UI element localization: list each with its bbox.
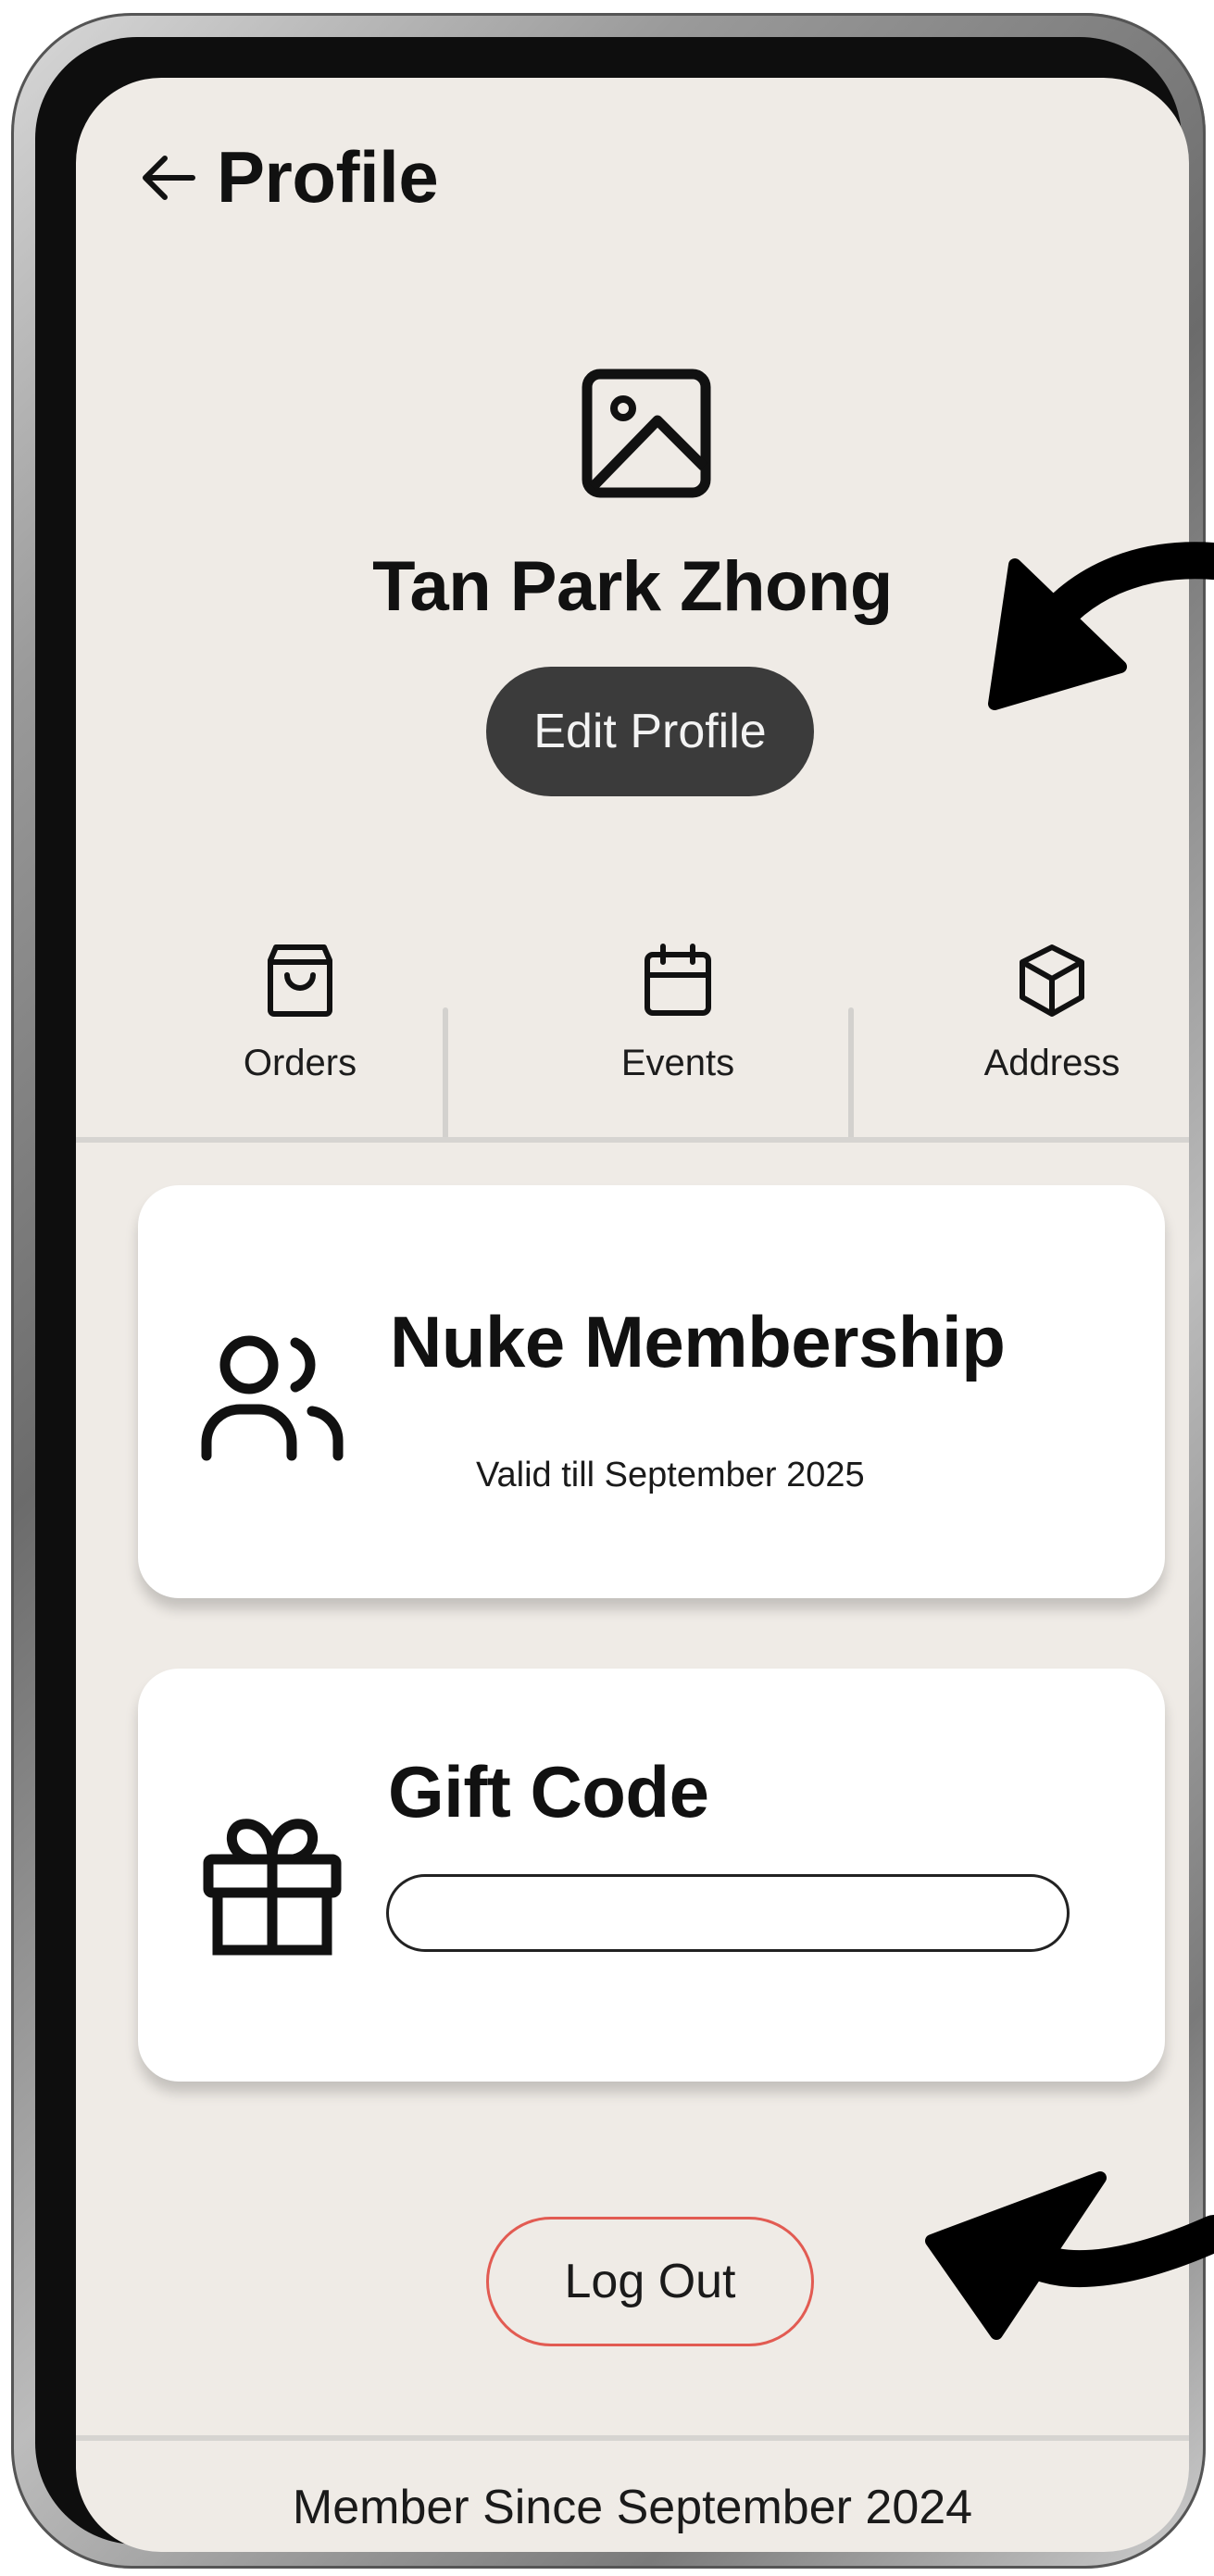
edit-profile-button[interactable]: Edit Profile — [486, 667, 814, 796]
divider-line — [76, 2435, 1189, 2441]
nav-label-address: Address — [983, 1043, 1120, 1083]
page-title: Profile — [217, 136, 439, 218]
quick-nav: Orders Events Address — [76, 939, 1189, 1143]
gift-code-title: Gift Code — [388, 1751, 709, 1832]
membership-card[interactable]: Nuke Membership Valid till September 202… — [138, 1185, 1165, 1598]
users-icon — [199, 1333, 347, 1468]
arrow-left-icon[interactable] — [139, 153, 198, 203]
gift-icon — [203, 1817, 342, 1960]
nav-label-events: Events — [620, 1043, 735, 1083]
membership-validity: Valid till September 2025 — [476, 1456, 865, 1494]
gift-code-input[interactable] — [386, 1874, 1070, 1952]
nav-item-events[interactable]: Events — [539, 939, 817, 1084]
nav-item-address[interactable]: Address — [913, 939, 1189, 1084]
annotation-arrow-icon — [925, 2171, 1214, 2340]
shopping-bag-icon — [267, 939, 333, 1022]
nav-label-orders: Orders — [243, 1043, 357, 1083]
nav-divider — [443, 1007, 448, 1141]
annotation-arrow-icon — [988, 542, 1214, 710]
divider-line — [76, 1137, 1189, 1143]
canvas: Profile Tan Park Zhong Edit Profile Orde… — [0, 0, 1214, 2576]
calendar-icon — [643, 939, 713, 1022]
nav-divider — [848, 1007, 854, 1141]
log-out-button[interactable]: Log Out — [486, 2217, 814, 2346]
box-icon — [1017, 939, 1087, 1022]
member-since-text: Member Since September 2024 — [292, 2481, 973, 2534]
app-header: Profile — [139, 135, 439, 219]
membership-title: Nuke Membership — [390, 1301, 1006, 1382]
image-placeholder-icon[interactable] — [582, 369, 711, 498]
nav-item-orders[interactable]: Orders — [161, 939, 439, 1084]
gift-code-card: Gift Code — [138, 1669, 1165, 2082]
